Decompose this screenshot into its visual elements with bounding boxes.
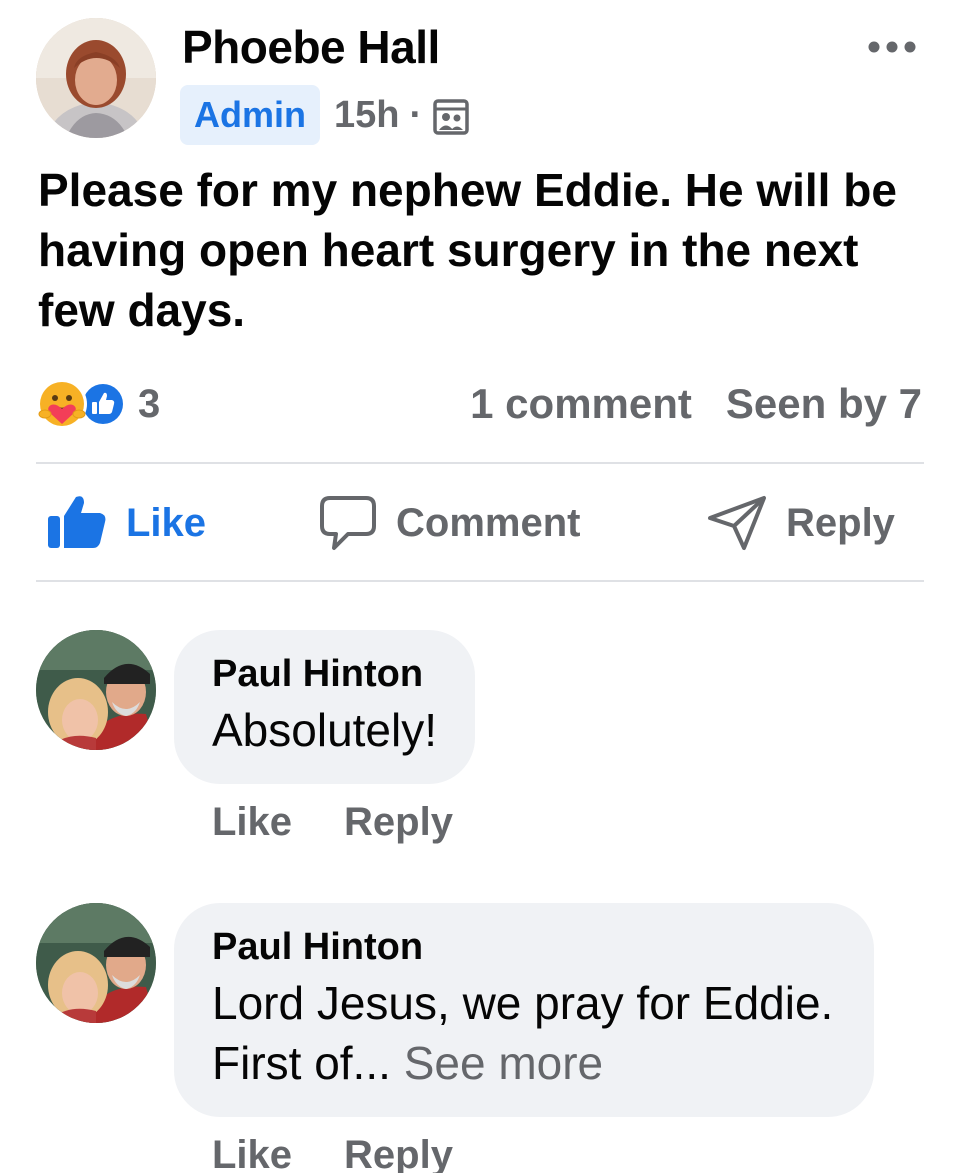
comment-actions: Like Reply (212, 1133, 453, 1173)
comment-text: Absolutely! (212, 704, 438, 756)
more-options-button[interactable] (862, 30, 922, 64)
comment-author[interactable]: Paul Hinton (212, 652, 437, 696)
divider-top (36, 462, 924, 464)
reactions-summary[interactable]: 3 (36, 378, 160, 430)
group-audience-icon (433, 99, 469, 135)
comment-author[interactable]: Paul Hinton (212, 925, 836, 969)
comment-bubble[interactable]: Paul Hinton Absolutely! (174, 630, 476, 784)
care-reaction-icon (37, 379, 87, 429)
comments-count-link[interactable]: 1 comment (470, 380, 692, 428)
comment-reply-button[interactable]: Reply (344, 800, 453, 845)
comment-text: Lord Jesus, we pray for Eddie. First of.… (212, 973, 836, 1093)
author-avatar[interactable] (36, 18, 156, 138)
comment-like-button[interactable]: Like (212, 1133, 292, 1173)
comment-button[interactable]: Comment (318, 490, 580, 556)
comment-bubble-icon (320, 496, 376, 550)
post-page: Phoebe Hall Admin 15h · Please for my ne… (0, 0, 960, 1173)
comment-actions: Like Reply (212, 800, 453, 845)
engagement-stats: 1 comment Seen by 7 (470, 380, 922, 428)
seen-by-link[interactable]: Seen by 7 (726, 380, 922, 428)
thumbs-up-icon (48, 496, 106, 548)
divider-bottom (36, 580, 924, 582)
like-label: Like (126, 500, 207, 545)
comment-reply-button[interactable]: Reply (344, 1133, 453, 1173)
commenter-avatar[interactable] (36, 903, 156, 1023)
comment-label: Comment (396, 500, 581, 545)
reaction-count: 3 (138, 381, 161, 426)
commenter-avatar[interactable] (36, 630, 156, 750)
post-text: Please for my nephew Eddie. He will be h… (38, 164, 897, 336)
reply-label: Reply (786, 500, 895, 545)
comment-like-button[interactable]: Like (212, 800, 292, 845)
see-more-link[interactable]: See more (404, 1037, 603, 1089)
meta-separator: · (409, 93, 423, 136)
reply-button[interactable]: Reply (706, 490, 895, 556)
like-button[interactable]: Like (46, 490, 206, 556)
post-author-name[interactable]: Phoebe Hall (182, 20, 440, 74)
comment-bubble[interactable]: Paul Hinton Lord Jesus, we pray for Eddi… (174, 903, 874, 1117)
admin-badge: Admin (180, 85, 320, 145)
more-dots-icon (868, 41, 916, 53)
send-arrow-icon (708, 496, 766, 550)
post-meta: Admin 15h · (180, 85, 470, 145)
post-timestamp[interactable]: 15h (334, 94, 399, 137)
